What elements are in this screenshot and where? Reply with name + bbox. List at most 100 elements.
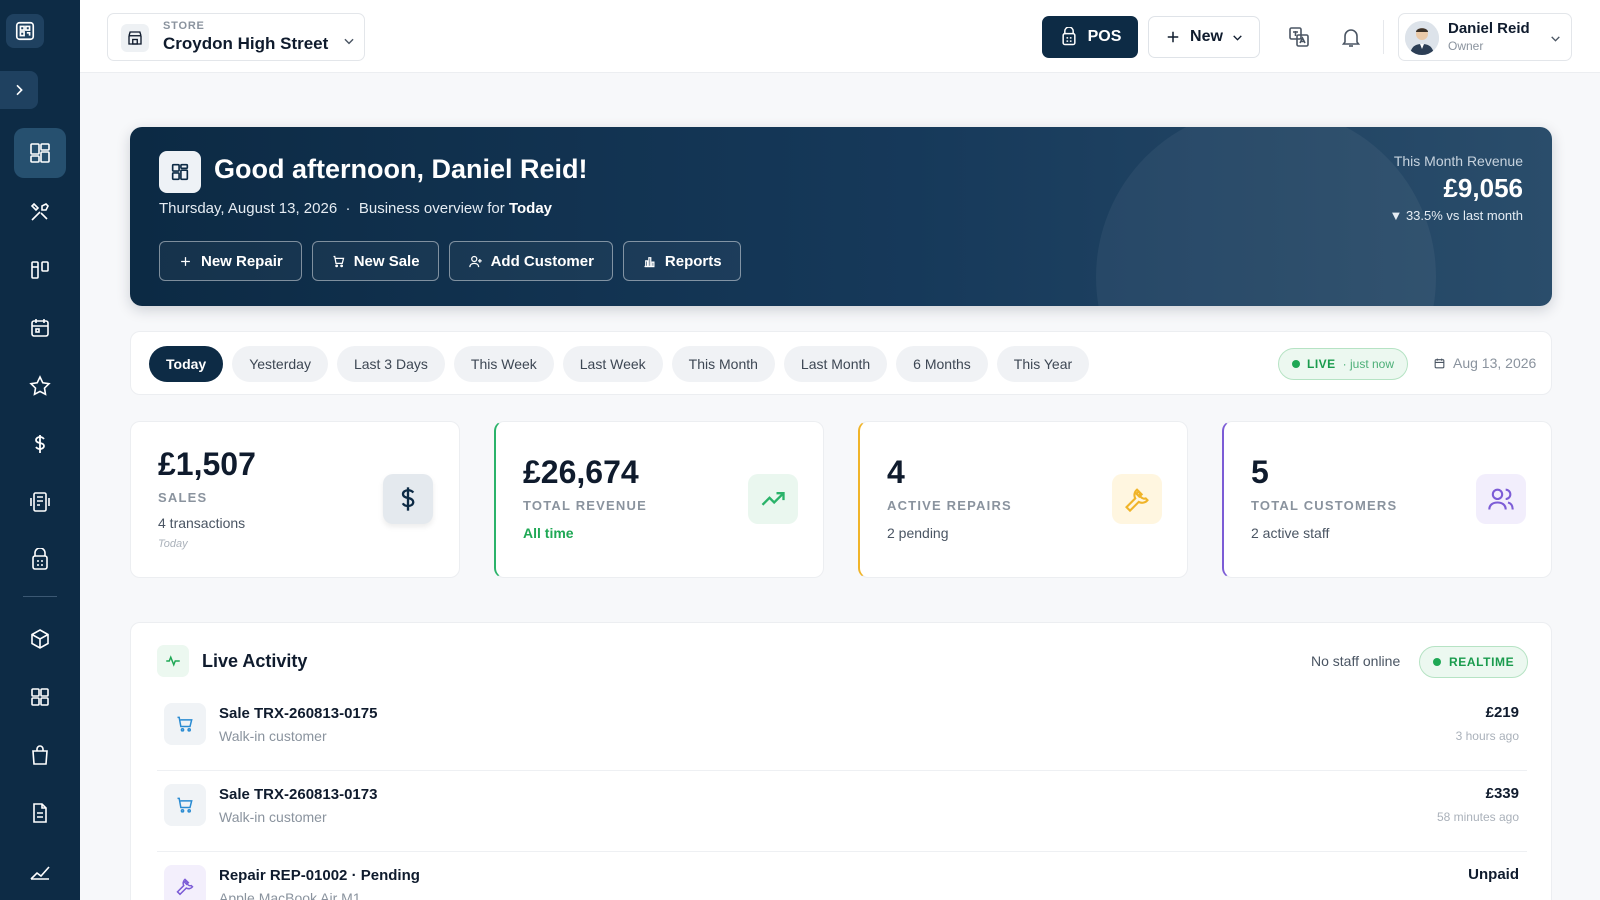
- stat-value: 5: [1251, 454, 1269, 490]
- month-revenue-change: ▼ 33.5% vs last month: [1389, 208, 1523, 223]
- stat-subtext: 4 transactions: [158, 515, 246, 531]
- sidebar-item-apps[interactable]: [14, 672, 66, 722]
- month-revenue-value: £9,056: [1443, 173, 1523, 203]
- reports-label: Reports: [664, 252, 722, 270]
- cart-icon: [164, 703, 206, 745]
- chevron-down-icon: [1233, 34, 1242, 41]
- topbar-divider: [1383, 20, 1384, 54]
- activity-item-time: 3 hours ago: [1455, 729, 1519, 743]
- store-name: Croydon High Street: [163, 34, 329, 53]
- stat-card-sales[interactable]: £1,507 SALES 4 transactions Today: [130, 421, 460, 578]
- sidebar-item-kanban[interactable]: [14, 245, 66, 295]
- stat-card-total-revenue[interactable]: £26,674 TOTAL REVENUE All time: [494, 421, 824, 578]
- add-customer-label: Add Customer: [490, 252, 594, 270]
- cart-icon: [333, 255, 345, 267]
- stat-card-total-customers[interactable]: 5 TOTAL CUSTOMERS 2 active staff: [1222, 421, 1552, 578]
- activity-item[interactable]: Sale TRX-260813-0173 Walk-in customer £3…: [157, 772, 1527, 852]
- greeting-title: Good afternoon, Daniel Reid!: [214, 154, 588, 184]
- month-revenue: This Month Revenue £9,056 ▼ 33.5% vs las…: [1389, 153, 1523, 223]
- live-dot-icon: [1292, 360, 1300, 368]
- stat-card-active-repairs[interactable]: 4 ACTIVE REPAIRS 2 pending: [858, 421, 1188, 578]
- top-bar: STORE Croydon High Street POS New Daniel…: [80, 0, 1600, 73]
- sidebar-item-repairs[interactable]: [14, 187, 66, 237]
- activity-item-subtitle: Walk-in customer: [219, 728, 327, 744]
- sidebar-expand-button[interactable]: [0, 71, 38, 109]
- activity-item[interactable]: Sale TRX-260813-0175 Walk-in customer £2…: [157, 691, 1527, 771]
- period-today[interactable]: Today: [149, 346, 224, 382]
- pos-button[interactable]: POS: [1042, 16, 1138, 58]
- realtime-label: REALTIME: [1449, 655, 1515, 669]
- translate-icon: [1289, 27, 1309, 47]
- pos-icon: [32, 548, 48, 570]
- new-repair-button[interactable]: New Repair: [159, 241, 302, 281]
- avatar: [1405, 21, 1439, 55]
- period-filter-bar: Today Yesterday Last 3 Days This Week La…: [130, 331, 1552, 395]
- period-6-months[interactable]: 6 Months: [896, 346, 988, 382]
- user-name: Daniel Reid: [1448, 20, 1530, 37]
- overview-period: Today: [508, 200, 553, 217]
- period-tabs: Today Yesterday Last 3 Days This Week La…: [149, 346, 1090, 382]
- period-this-year[interactable]: This Year: [996, 346, 1090, 382]
- period-last-week[interactable]: Last Week: [562, 346, 663, 382]
- sidebar-item-dashboard[interactable]: [14, 128, 66, 178]
- activity-item-title: Sale TRX-260813-0173: [219, 786, 378, 803]
- stat-label: ACTIVE REPAIRS: [887, 498, 1012, 513]
- live-updated: · just now: [1342, 357, 1395, 371]
- activity-item-amount: £219: [1485, 704, 1519, 721]
- sidebar: [0, 0, 80, 900]
- period-last-3-days[interactable]: Last 3 Days: [336, 346, 445, 382]
- sidebar-item-devices[interactable]: [14, 477, 66, 527]
- activity-item-amount: Unpaid: [1468, 866, 1519, 883]
- sidebar-item-inventory[interactable]: [14, 614, 66, 664]
- reports-button[interactable]: Reports: [622, 241, 741, 281]
- dollar-icon: [35, 435, 45, 453]
- store-selector[interactable]: STORE Croydon High Street: [107, 13, 365, 61]
- sidebar-item-finance[interactable]: [14, 419, 66, 469]
- quick-actions: New Repair New Sale Add Customer Reports: [159, 241, 741, 281]
- box-icon: [31, 629, 49, 649]
- period-this-month[interactable]: This Month: [671, 346, 775, 382]
- period-last-month[interactable]: Last Month: [783, 346, 888, 382]
- kanban-icon: [31, 261, 49, 279]
- bell-icon: [1341, 29, 1361, 47]
- language-button[interactable]: [1285, 23, 1313, 51]
- calendar-icon: [31, 319, 49, 337]
- dollar-icon: [383, 474, 433, 524]
- activity-pulse-icon: [157, 645, 189, 677]
- selected-date[interactable]: Aug 13, 2026: [1433, 355, 1536, 371]
- sidebar-item-documents[interactable]: [14, 788, 66, 838]
- sidebar-item-shop[interactable]: [14, 730, 66, 780]
- stat-value: £26,674: [523, 454, 639, 490]
- document-icon: [33, 803, 47, 823]
- sidebar-item-calendar[interactable]: [14, 303, 66, 353]
- activity-item-title: Repair REP-01002 · Pending: [219, 867, 420, 884]
- live-label: LIVE: [1307, 357, 1336, 371]
- sidebar-item-reviews[interactable]: [14, 361, 66, 411]
- app-logo[interactable]: [6, 14, 44, 48]
- stat-subtext: 2 pending: [887, 525, 949, 541]
- activity-item[interactable]: Repair REP-01002 · Pending Apple MacBook…: [157, 853, 1527, 900]
- month-revenue-label: This Month Revenue: [1393, 153, 1523, 169]
- new-button[interactable]: New: [1148, 16, 1260, 58]
- bag-icon: [32, 745, 48, 765]
- dashboard-icon: [30, 143, 50, 163]
- sidebar-item-pos[interactable]: [14, 535, 66, 585]
- arrow-down-icon: ▼: [1389, 208, 1403, 223]
- notifications-button[interactable]: [1337, 23, 1365, 51]
- activity-item-time: 58 minutes ago: [1436, 810, 1519, 824]
- user-plus-icon: [468, 255, 482, 267]
- period-this-week[interactable]: This Week: [453, 346, 554, 382]
- chevron-down-icon: [344, 38, 354, 45]
- sidebar-item-analytics[interactable]: [14, 846, 66, 896]
- selected-date-text: Aug 13, 2026: [1453, 355, 1537, 371]
- add-customer-button[interactable]: Add Customer: [448, 241, 613, 281]
- user-menu[interactable]: Daniel Reid Owner: [1398, 13, 1572, 61]
- sidebar-divider: [23, 596, 57, 597]
- period-yesterday[interactable]: Yesterday: [232, 346, 328, 382]
- bar-chart-icon: [644, 256, 655, 267]
- current-date: Thursday, August 13, 2026: [159, 200, 338, 217]
- calendar-icon: [1434, 358, 1445, 368]
- new-sale-button[interactable]: New Sale: [311, 241, 439, 281]
- stat-note: Today: [158, 538, 188, 550]
- grid-icon: [31, 688, 49, 706]
